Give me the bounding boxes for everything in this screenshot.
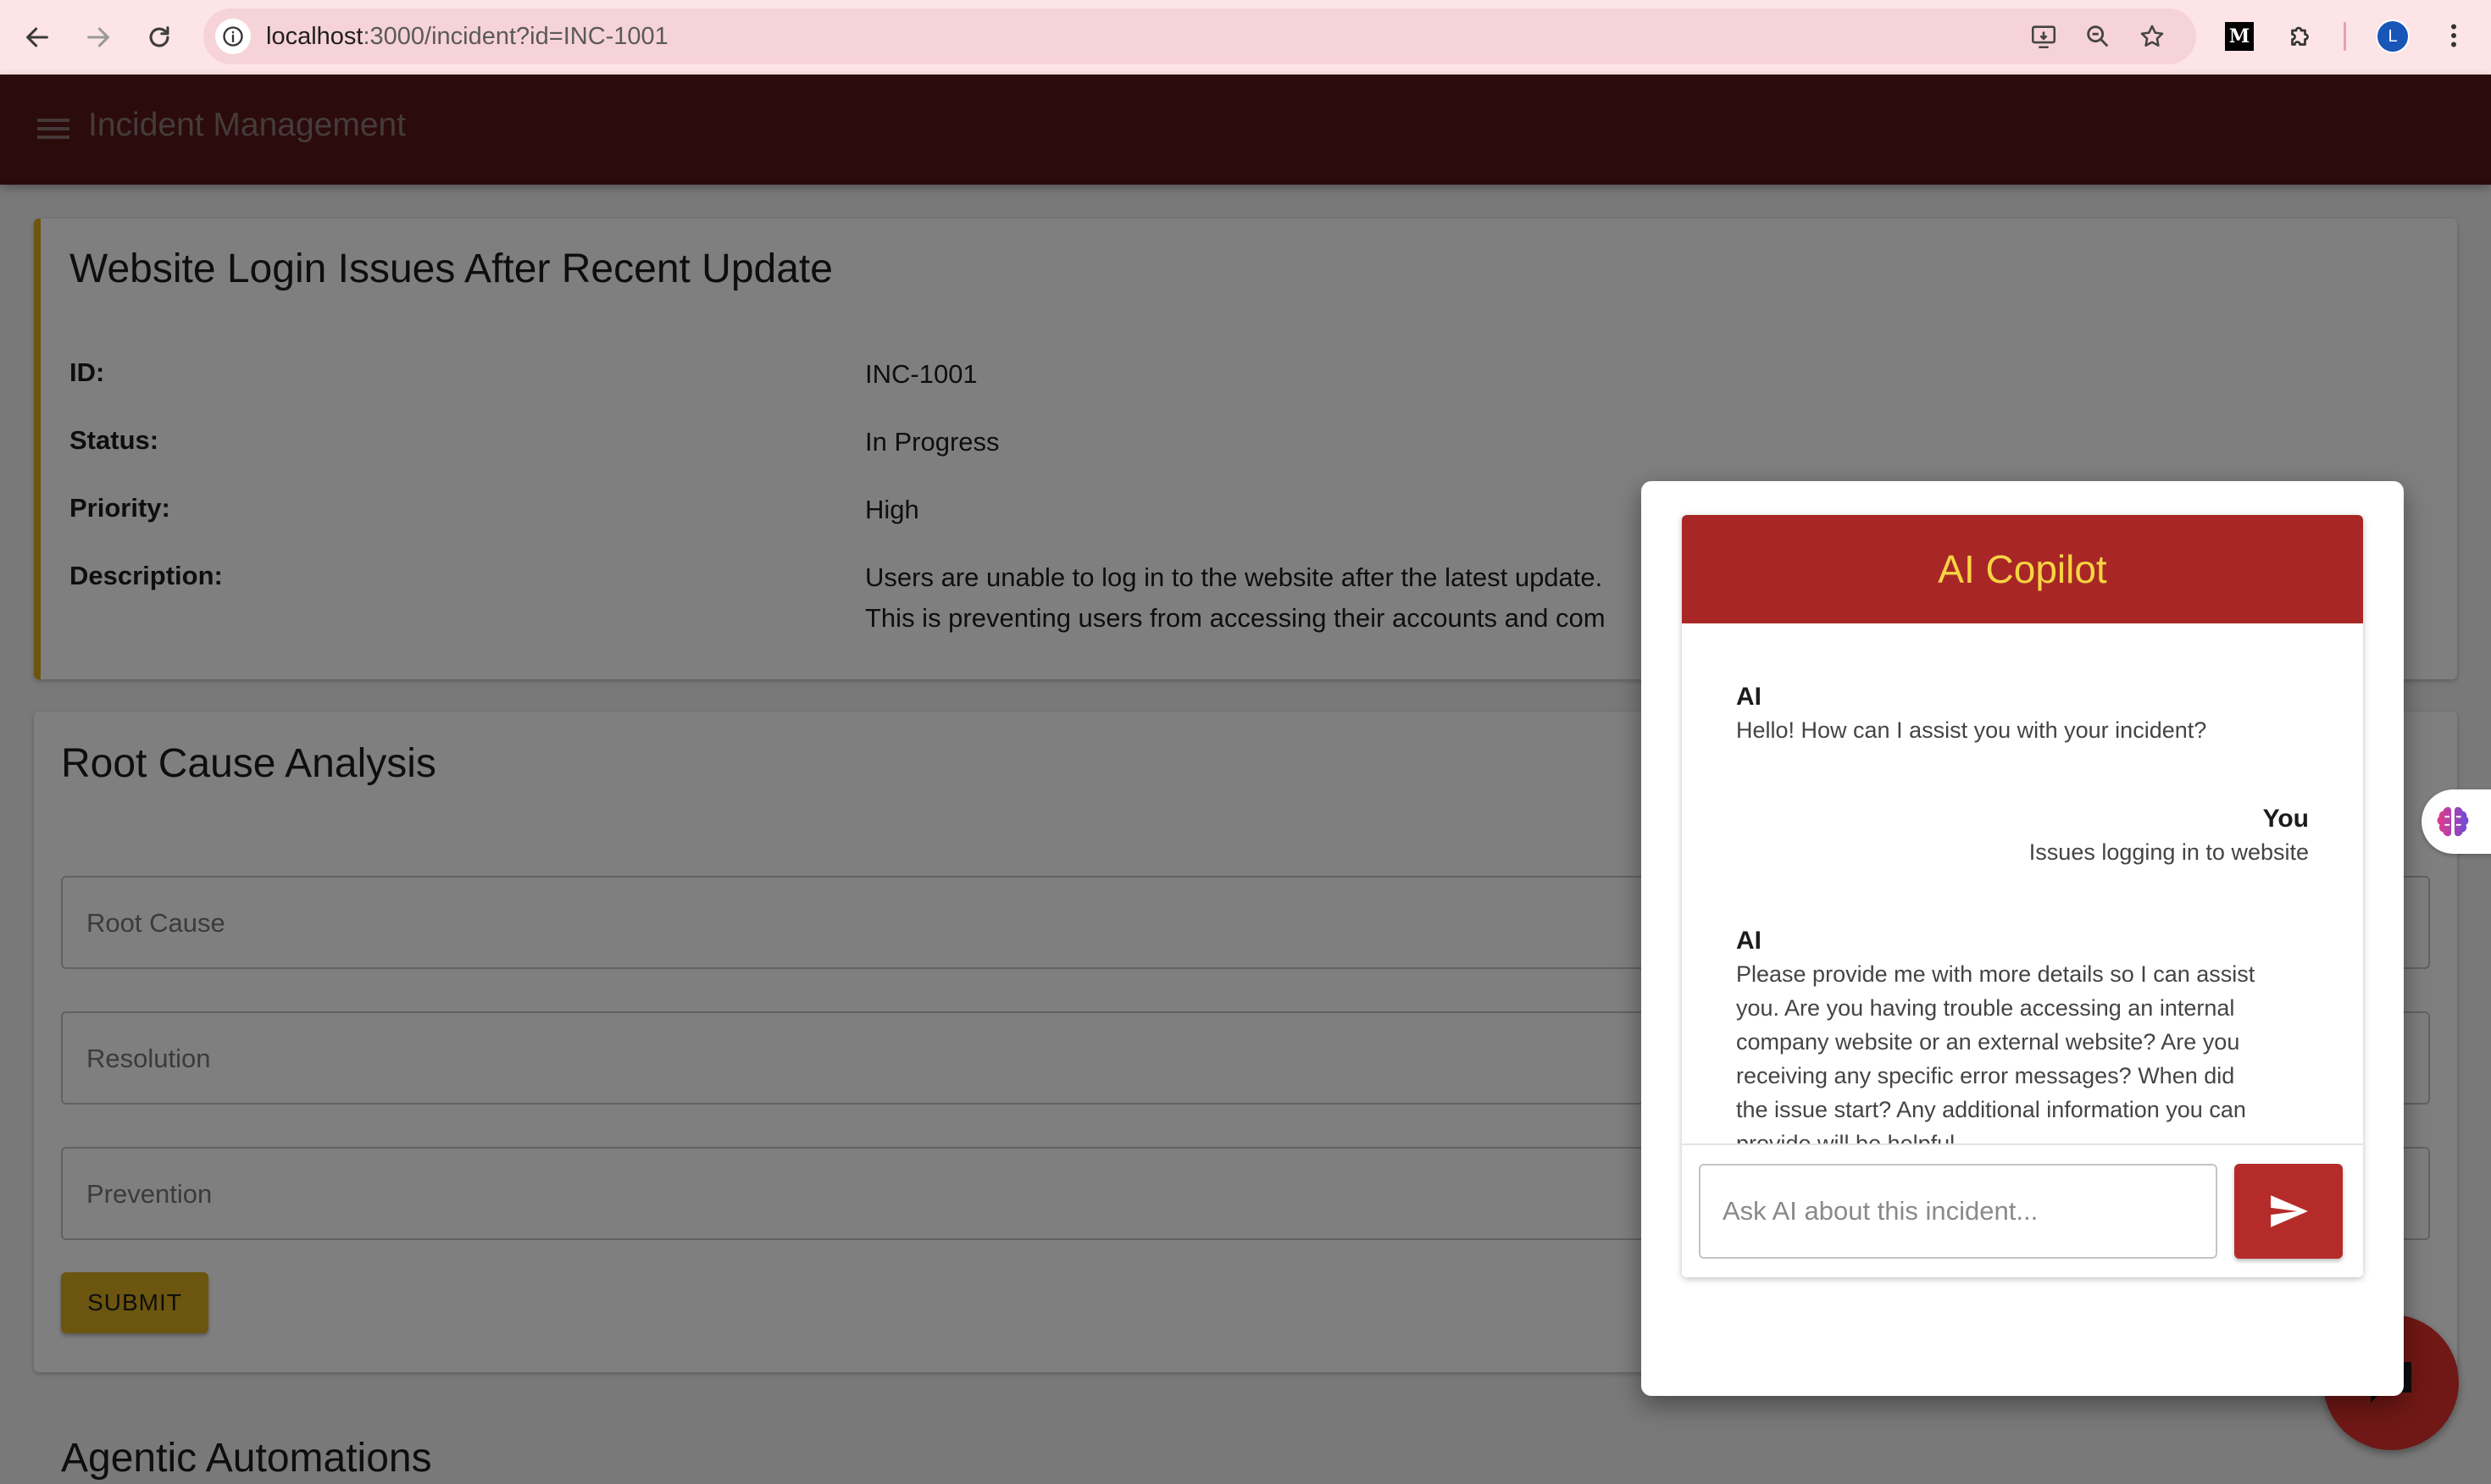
message-author: You bbox=[2262, 805, 2309, 833]
copilot-dialog: AI Copilot AI Hello! How can I assist yo… bbox=[1641, 481, 2404, 1396]
url-text[interactable]: localhost:3000/incident?id=INC-1001 bbox=[266, 8, 669, 64]
profile-avatar[interactable]: L bbox=[2376, 19, 2410, 53]
message-text: Issues logging in to website bbox=[2028, 839, 2309, 865]
medium-logo-icon[interactable]: M bbox=[2225, 22, 2254, 51]
more-vertical-icon[interactable] bbox=[2435, 17, 2472, 54]
copilot-panel: AI Copilot AI Hello! How can I assist yo… bbox=[1682, 515, 2363, 1277]
message-author: AI bbox=[1736, 927, 1761, 955]
message-text: provide will be helpful. bbox=[1736, 1131, 1961, 1143]
send-button[interactable] bbox=[2234, 1164, 2343, 1259]
chat-input[interactable] bbox=[1699, 1164, 2217, 1259]
back-arrow-icon[interactable] bbox=[15, 15, 59, 59]
profile-initial: L bbox=[2388, 26, 2398, 46]
address-bar[interactable]: localhost:3000/incident?id=INC-1001 bbox=[203, 8, 2196, 64]
toolbar-divider bbox=[2344, 22, 2346, 51]
site-info-icon[interactable] bbox=[215, 19, 251, 54]
brain-extension-tab[interactable] bbox=[2422, 789, 2491, 854]
reload-icon[interactable] bbox=[137, 15, 181, 59]
copilot-title: AI Copilot bbox=[1938, 547, 2107, 591]
message-text: the issue start? Any additional informat… bbox=[1736, 1097, 2246, 1122]
message-text: receiving any specific error messages? W… bbox=[1736, 1063, 2235, 1088]
chat-input-row bbox=[1682, 1143, 2363, 1277]
copilot-header: AI Copilot bbox=[1682, 515, 2363, 623]
bookmark-star-icon[interactable] bbox=[2135, 19, 2169, 53]
browser-toolbar: localhost:3000/incident?id=INC-1001 M L bbox=[0, 0, 2491, 75]
send-icon bbox=[2271, 1195, 2308, 1227]
url-host: localhost bbox=[266, 23, 363, 50]
extensions-puzzle-icon[interactable] bbox=[2283, 17, 2320, 54]
message-author: AI bbox=[1736, 683, 1761, 711]
message-text: Hello! How can I assist you with your in… bbox=[1736, 717, 2207, 743]
install-app-icon[interactable] bbox=[2027, 19, 2061, 53]
url-path: :3000/incident?id=INC-1001 bbox=[363, 23, 669, 50]
brain-icon bbox=[2437, 806, 2469, 837]
message-list[interactable]: AI Hello! How can I assist you with your… bbox=[1682, 623, 2363, 1143]
message-text: Please provide me with more details so I… bbox=[1736, 961, 2255, 987]
message-text: company website or an external website? … bbox=[1736, 1029, 2240, 1055]
zoom-icon[interactable] bbox=[2081, 19, 2115, 53]
message-text: you. Are you having trouble accessing an… bbox=[1736, 995, 2235, 1021]
forward-arrow-icon[interactable] bbox=[76, 15, 120, 59]
